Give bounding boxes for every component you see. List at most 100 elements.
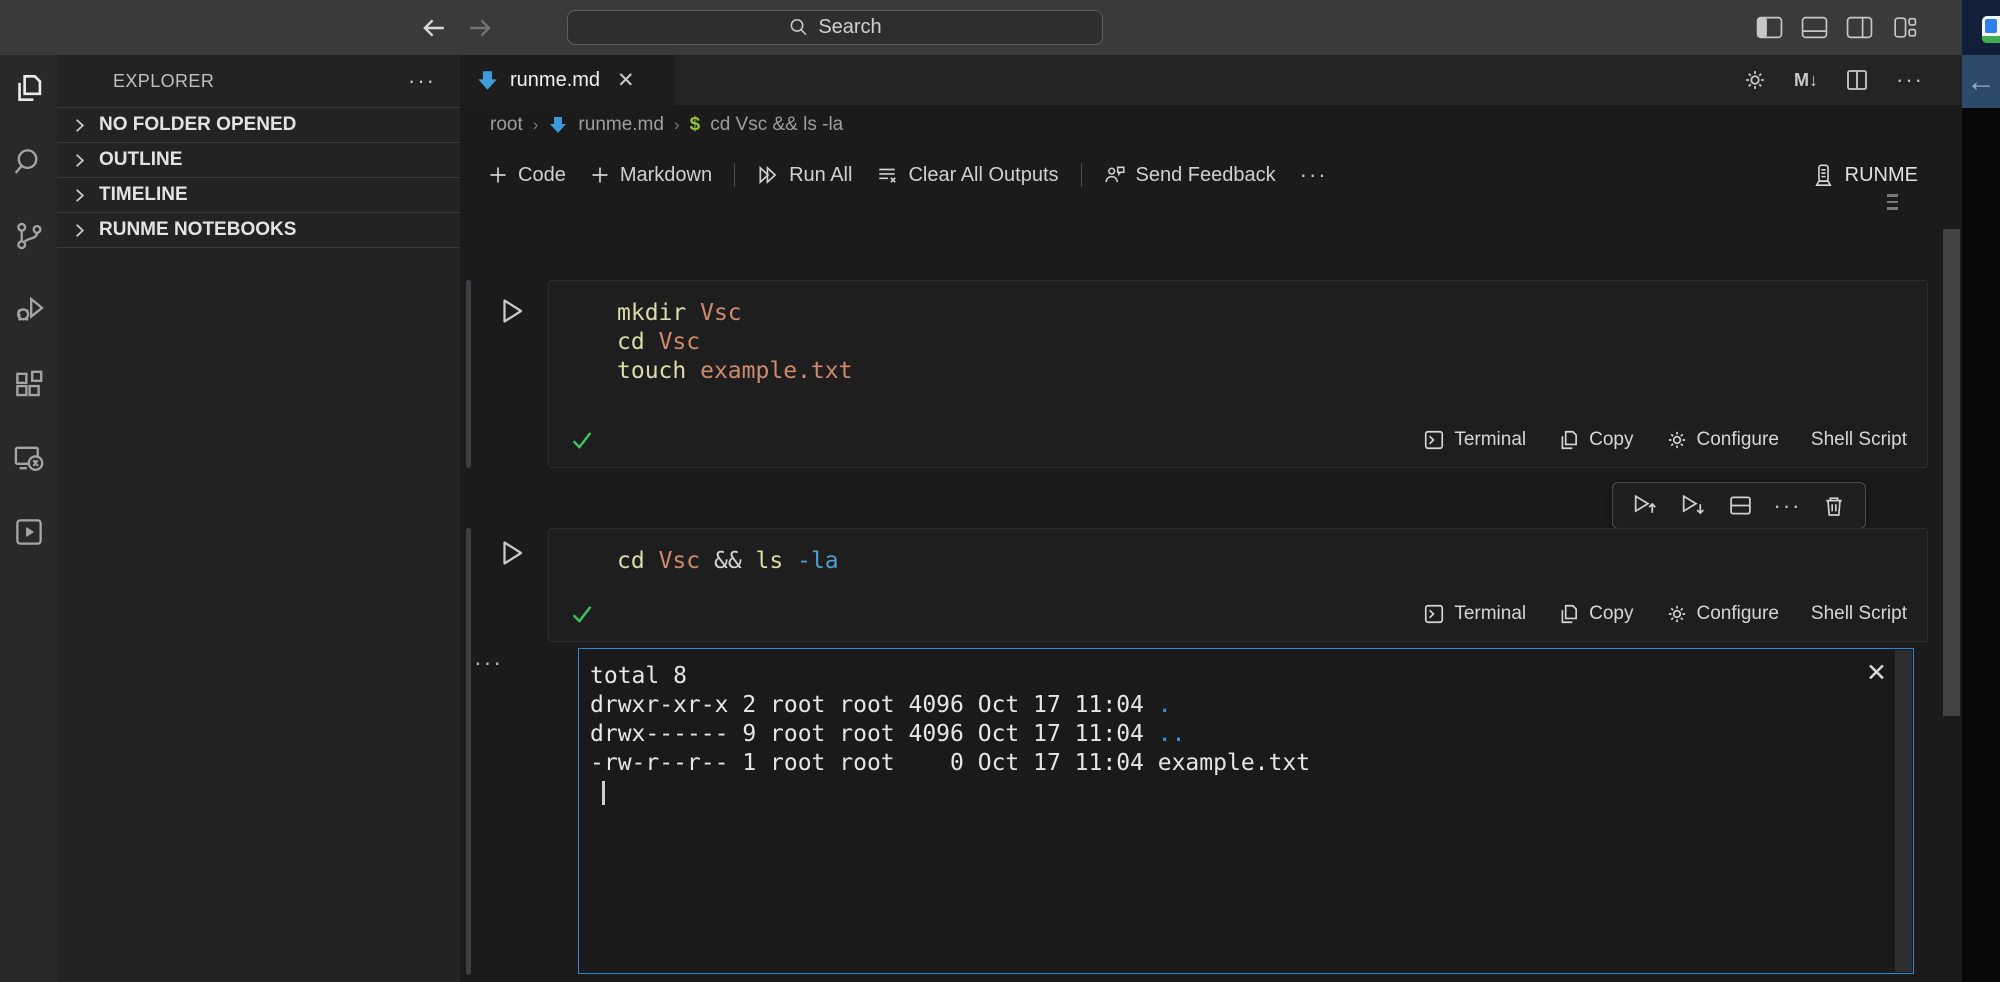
run-all-button[interactable]: Run All	[745, 158, 864, 193]
copy-icon	[1558, 429, 1580, 451]
toolbar-more-icon[interactable]: ···	[1288, 156, 1340, 194]
configure-button[interactable]: Configure	[1666, 429, 1779, 451]
notebook-toolbar: Code Markdown Run All Clear All Outputs …	[460, 145, 1962, 205]
breadcrumb-root[interactable]: root	[490, 114, 523, 136]
toggle-secondary-sidebar-icon[interactable]	[1846, 16, 1873, 39]
button-label: Terminal	[1454, 429, 1526, 451]
explorer-icon[interactable]	[13, 72, 45, 104]
send-feedback-button[interactable]: Send Feedback	[1092, 158, 1288, 193]
source-control-icon[interactable]	[13, 220, 45, 252]
output-more-icon[interactable]: ···	[474, 649, 503, 676]
configure-button[interactable]: Configure	[1666, 603, 1779, 625]
output-text: total 8drwxr-xr-x 2 root root 4096 Oct 1…	[579, 649, 1913, 805]
run-cell-button[interactable]	[496, 295, 528, 327]
editor-actions: M↓ ···	[1743, 55, 1924, 105]
success-check-icon	[569, 427, 595, 453]
markdown-preview-icon[interactable]: M↓	[1794, 70, 1818, 91]
run-cell-button[interactable]	[496, 537, 528, 569]
run-all-icon	[757, 164, 779, 186]
send-feedback-icon	[1104, 164, 1126, 186]
editor-scrollbar[interactable]	[1943, 229, 1960, 716]
more-actions-icon[interactable]: ···	[1774, 493, 1802, 519]
copy-icon	[1558, 603, 1580, 625]
back-icon[interactable]	[420, 14, 448, 42]
editor-group: runme.md ✕ M↓ ··· root › runme.md ›	[460, 55, 1962, 982]
output-scrollbar[interactable]	[1895, 650, 1912, 972]
chevron-right-icon: ›	[674, 115, 680, 135]
breadcrumb-file[interactable]: runme.md	[578, 114, 664, 136]
search-icon	[788, 17, 809, 38]
sidebar-title: EXPLORER	[113, 71, 214, 92]
vscode-window: Search	[0, 0, 2000, 982]
button-label: Copy	[1589, 603, 1633, 625]
toggle-panel-icon[interactable]	[1801, 16, 1828, 39]
search-input[interactable]: Search	[567, 10, 1103, 45]
code-cell-1[interactable]: mkdir Vsccd Vsctouch example.txt Termina…	[548, 280, 1928, 468]
back-icon[interactable]: ←	[1966, 65, 1996, 99]
execute-below-icon[interactable]	[1680, 492, 1707, 519]
adjacent-window-toolbar: ←	[1962, 55, 2000, 108]
terminal-button[interactable]: Terminal	[1423, 603, 1526, 625]
tab-runme-md[interactable]: runme.md ✕	[460, 55, 674, 105]
customize-layout-icon[interactable]	[1891, 16, 1918, 39]
sidebar-section-outline[interactable]: OUTLINE	[57, 142, 460, 177]
cell-focus-bar[interactable]	[466, 635, 471, 975]
clear-all-outputs-button[interactable]: Clear All Outputs	[864, 158, 1070, 193]
button-label: Configure	[1697, 429, 1779, 451]
add-code-cell-button[interactable]: Code	[476, 158, 578, 193]
sidebar-sections: NO FOLDER OPENED OUTLINETIMELINE RUNME NOT…	[57, 107, 460, 248]
gear-icon[interactable]	[1743, 68, 1767, 92]
shell-script-button[interactable]: Shell Script	[1811, 603, 1907, 625]
execute-above-icon[interactable]	[1632, 492, 1659, 519]
button-label: Shell Script	[1811, 603, 1907, 625]
button-label: Copy	[1589, 429, 1633, 451]
run-and-debug-icon[interactable]	[13, 294, 45, 326]
shell-script-button[interactable]: Shell Script	[1811, 429, 1907, 451]
code-line: total 8	[590, 662, 1913, 691]
terminal-icon	[1423, 429, 1445, 451]
plus-icon	[590, 165, 610, 185]
add-markdown-cell-button[interactable]: Markdown	[578, 158, 724, 193]
remote-explorer-icon[interactable]	[13, 442, 45, 474]
search-view-icon[interactable]	[13, 146, 45, 178]
copy-button[interactable]: Copy	[1558, 429, 1633, 451]
sidebar-more-icon[interactable]: ···	[408, 76, 436, 86]
success-check-icon	[569, 601, 595, 627]
sidebar-section-runme-notebooks[interactable]: RUNME NOTEBOOKS	[57, 212, 460, 247]
tab-close-icon[interactable]: ✕	[617, 68, 635, 93]
cell-focus-bar[interactable]	[466, 528, 471, 642]
section-label: RUNME NOTEBOOKS	[99, 219, 296, 241]
terminal-button[interactable]: Terminal	[1423, 429, 1526, 451]
sidebar-section-no-folder-opened[interactable]: NO FOLDER OPENED	[57, 107, 460, 142]
breadcrumb-command[interactable]: cd Vsc && ls -la	[710, 114, 843, 136]
code-cell-2[interactable]: cd Vsc && ls -la Terminal Copy Configure Sh…	[548, 528, 1928, 642]
cell-code-editor[interactable]: cd Vsc && ls -la	[549, 529, 1927, 576]
code-line: drwx------ 9 root root 4096 Oct 17 11:04…	[590, 720, 1913, 749]
button-label: Configure	[1697, 603, 1779, 625]
cell-status-buttons: Terminal Copy Configure Shell Script	[1423, 429, 1907, 451]
cell-code-editor[interactable]: mkdir Vsccd Vsctouch example.txt	[549, 281, 1927, 386]
copy-button[interactable]: Copy	[1558, 603, 1633, 625]
section-label: NO FOLDER OPENED	[99, 114, 296, 136]
delete-cell-icon[interactable]	[1822, 494, 1846, 518]
split-cell-icon[interactable]	[1728, 493, 1753, 518]
clear-all-outputs-icon	[876, 164, 898, 186]
editor-more-icon[interactable]: ···	[1896, 67, 1924, 93]
cell-status-bar: Terminal Copy Configure Shell Script	[549, 595, 1927, 633]
extensions-icon[interactable]	[13, 368, 45, 400]
adjacent-window-titlebar	[1962, 0, 2000, 55]
runme-notebooks-icon[interactable]	[13, 516, 45, 548]
sidebar-section-timeline[interactable]: TIMELINE	[57, 177, 460, 212]
output-close-icon[interactable]: ✕	[1866, 661, 1887, 686]
toggle-primary-sidebar-icon[interactable]	[1756, 16, 1783, 39]
cell-focus-bar[interactable]	[466, 280, 471, 468]
code-line: cd Vsc	[617, 328, 1927, 357]
chevron-right-icon: ›	[533, 115, 539, 135]
split-editor-icon[interactable]	[1845, 68, 1869, 92]
chevron-right-icon	[70, 151, 89, 170]
adjacent-window-edge: ←	[1962, 0, 2000, 982]
cell-output[interactable]: total 8drwxr-xr-x 2 root root 4096 Oct 1…	[578, 648, 1914, 974]
runme-file-icon	[548, 115, 568, 135]
toolbar-divider	[734, 163, 735, 187]
forward-icon[interactable]	[466, 14, 494, 42]
